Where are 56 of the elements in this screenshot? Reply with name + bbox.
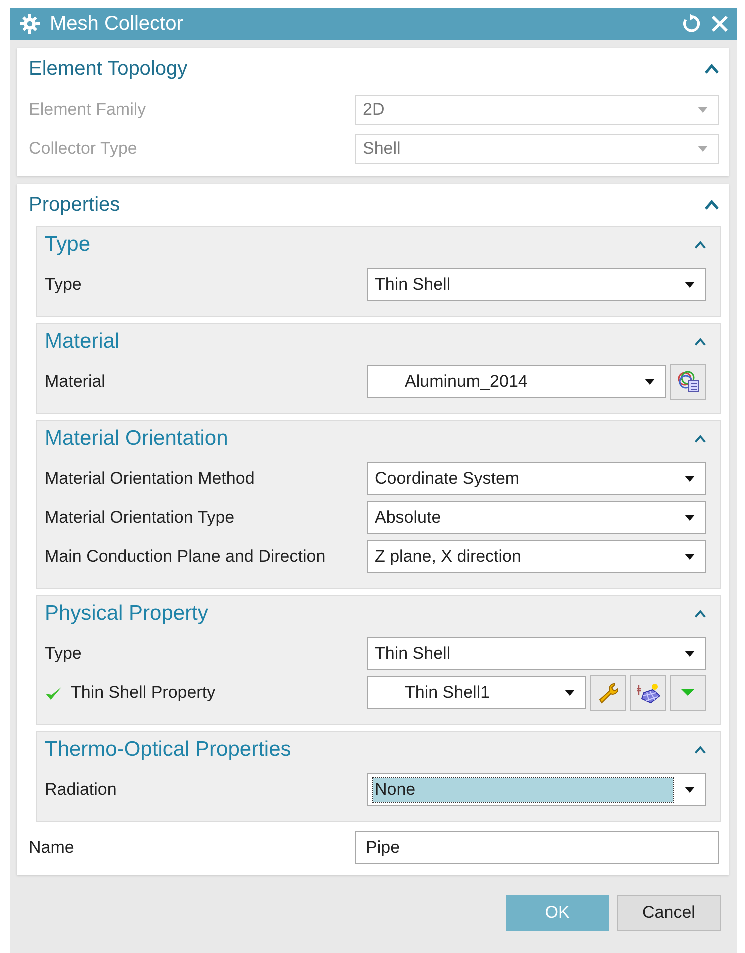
caret-icon xyxy=(685,282,695,288)
reset-icon xyxy=(681,14,701,34)
dropdown[interactable]: Coordinate System xyxy=(367,462,706,495)
dropdown-arrow-icon xyxy=(681,689,695,696)
cancel-button[interactable]: Cancel xyxy=(617,895,721,931)
library-button[interactable] xyxy=(670,364,706,400)
caret-icon xyxy=(645,378,655,384)
collapse-icon[interactable] xyxy=(695,434,706,444)
dropdown[interactable]: Thin Shell1 xyxy=(367,676,586,709)
dropdown[interactable]: None xyxy=(367,773,706,806)
field-label: Type xyxy=(45,274,82,294)
caret-icon xyxy=(698,106,708,112)
caret-icon xyxy=(685,786,695,792)
field-label: Material Orientation Method xyxy=(45,468,255,488)
section-title: Element Topology xyxy=(29,58,188,80)
caret-icon xyxy=(685,554,695,560)
caret-icon xyxy=(685,476,695,482)
field-label: Radiation xyxy=(45,780,117,800)
caret-icon xyxy=(565,690,575,696)
group-title: Physical Property xyxy=(45,602,208,626)
field-label: Main Conduction Plane and Direction xyxy=(45,546,326,566)
field-label: Material xyxy=(45,372,106,392)
group-title: Material Orientation xyxy=(45,427,228,451)
close-button[interactable] xyxy=(711,15,729,33)
group-title: Type xyxy=(45,233,91,257)
collapse-icon[interactable] xyxy=(695,240,706,250)
field-label: Collector Type xyxy=(29,138,138,158)
collapse-icon[interactable] xyxy=(705,64,719,74)
field-label: Element Family xyxy=(29,100,146,120)
library-icon xyxy=(676,370,700,394)
settings-icon xyxy=(20,14,40,34)
collapse-icon[interactable] xyxy=(705,200,719,210)
group-title: Thermo-Optical Properties xyxy=(45,738,292,762)
dropdown[interactable]: Thin Shell xyxy=(367,268,706,301)
dropdown[interactable]: Z plane, X direction xyxy=(367,540,706,573)
caret-icon xyxy=(698,146,708,152)
window-title: Mesh Collector xyxy=(50,12,184,36)
field-label: Thin Shell Property xyxy=(71,682,216,702)
caret-icon xyxy=(685,650,695,656)
group-title: Material xyxy=(45,330,120,354)
dropdown[interactable]: Absolute xyxy=(367,501,706,534)
dropdown[interactable]: Aluminum_2014 xyxy=(367,365,666,398)
field-label: Type xyxy=(45,644,82,664)
name-field[interactable]: Pipe xyxy=(355,831,719,864)
field-label: Material Orientation Type xyxy=(45,508,235,528)
caret-icon xyxy=(685,514,695,520)
reset-button[interactable] xyxy=(681,14,701,34)
dropdown[interactable]: Thin Shell xyxy=(367,637,706,670)
close-icon xyxy=(711,15,729,33)
collapse-icon[interactable] xyxy=(695,609,706,619)
collapse-icon[interactable] xyxy=(695,745,706,755)
wrench-button[interactable] xyxy=(590,674,626,710)
field-label: Name xyxy=(29,838,74,858)
section-title: Properties xyxy=(29,194,120,216)
mesh-button[interactable] xyxy=(630,674,666,710)
collapse-icon[interactable] xyxy=(695,337,706,347)
